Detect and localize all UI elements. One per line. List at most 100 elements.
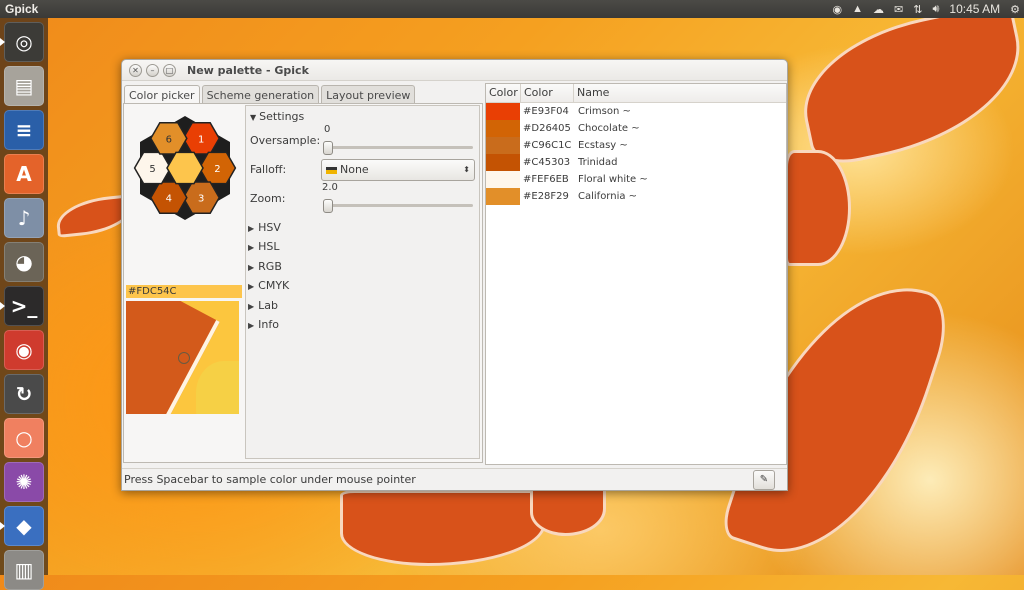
update-manager-icon-glyph: ↻: [15, 382, 33, 406]
row-color-swatch: [486, 137, 520, 154]
palette-list[interactable]: Color Color Name #E93F04 Crimson ~ #D26405…: [485, 83, 787, 465]
swatch-number: 5: [149, 164, 155, 175]
files-icon[interactable]: ▤: [4, 66, 44, 106]
settings-expander[interactable]: ▼ Settings: [250, 110, 304, 123]
swatch-number: 6: [166, 134, 172, 145]
chrome-tray-icon[interactable]: ◉: [833, 3, 843, 16]
palette-rows: #E93F04 Crimson ~ #D26405 Chocolate ~ #C96C1…: [486, 103, 786, 205]
expander-hsl[interactable]: ▶ HSL: [248, 240, 280, 253]
vlc-icon[interactable]: ▲: [852, 3, 863, 15]
clock[interactable]: 10:45 AM: [949, 2, 1000, 16]
chrome-icon[interactable]: ◉: [4, 330, 44, 370]
expander-arrow-icon: ▶: [248, 302, 255, 311]
palette-row[interactable]: #D26405 Chocolate ~: [486, 120, 786, 137]
settings-panel: ▼ Settings 0 Oversample: Falloff: None ⬍ …: [245, 105, 480, 459]
expander-cmyk[interactable]: ▶ CMYK: [248, 279, 289, 292]
wallpaper-leaf: [789, 0, 1024, 171]
expander-label: RGB: [258, 260, 282, 273]
swatch-number: 4: [166, 194, 172, 205]
update-manager-icon[interactable]: ↻: [4, 374, 44, 414]
cloud-icon[interactable]: ☁: [873, 3, 884, 16]
row-hex: #E93F04: [523, 106, 569, 117]
ubuntu-dash-icon-glyph: ◎: [15, 30, 33, 54]
row-hex: #D26405: [523, 123, 571, 134]
gimp-icon[interactable]: ◕: [4, 242, 44, 282]
volume-icon[interactable]: 🔊︎: [932, 3, 939, 16]
row-name: Floral white ~: [578, 174, 648, 185]
wallpaper-leaf: [530, 485, 606, 536]
color-wheel-icon[interactable]: ✺: [4, 462, 44, 502]
mail-icon[interactable]: ✉: [894, 3, 903, 16]
expander-arrow-icon: ▶: [248, 243, 255, 252]
rhythmbox-icon[interactable]: ♪: [4, 198, 44, 238]
close-button[interactable]: ✕: [129, 63, 142, 77]
swatch-number: 1: [198, 134, 204, 145]
nautilus-extra-icon-glyph: ○: [15, 426, 33, 450]
column-header-color-swatch[interactable]: Color: [486, 84, 521, 102]
ubuntu-dash-icon[interactable]: ◎: [4, 22, 44, 62]
expander-hsv[interactable]: ▶ HSV: [248, 221, 281, 234]
palette-row[interactable]: #C96C1C Ecstasy ~: [486, 137, 786, 154]
files-icon-glyph: ▤: [14, 74, 34, 98]
chrome-icon-glyph: ◉: [15, 338, 33, 362]
zoom-preview[interactable]: [126, 301, 239, 414]
hexagon-swatches[interactable]: 1 2 3 4 5 6: [130, 114, 240, 222]
wallpaper-leaf: [785, 150, 851, 266]
chevron-updown-icon: ⬍: [463, 165, 470, 174]
falloff-preview-icon: [326, 166, 337, 174]
row-color-swatch: [486, 171, 520, 188]
software-center-icon[interactable]: A: [4, 154, 44, 194]
maximize-button[interactable]: □: [163, 63, 176, 77]
expander-info[interactable]: ▶ Info: [248, 318, 279, 331]
software-center-icon-glyph: A: [16, 162, 32, 186]
expander-label: CMYK: [258, 279, 290, 292]
eyedropper-button[interactable]: ✎: [753, 470, 775, 490]
rhythmbox-icon-glyph: ♪: [17, 206, 31, 230]
expander-arrow-icon: ▶: [248, 224, 255, 233]
zoom-slider-knob[interactable]: [323, 199, 333, 213]
expander-lab[interactable]: ▶ Lab: [248, 299, 278, 312]
trash-icon[interactable]: ▥: [4, 550, 44, 590]
settings-header: Settings: [259, 110, 305, 123]
row-color-swatch: [486, 154, 520, 171]
row-color-swatch: [486, 103, 520, 120]
network-icon[interactable]: ⇅: [913, 3, 922, 16]
nautilus-extra-icon[interactable]: ○: [4, 418, 44, 458]
gear-icon[interactable]: ⚙: [1010, 3, 1020, 16]
terminal-icon[interactable]: >_: [4, 286, 44, 326]
oversample-slider-knob[interactable]: [323, 141, 333, 155]
row-name: Chocolate ~: [578, 123, 640, 134]
gimp-icon-glyph: ◕: [15, 250, 33, 274]
column-header-name[interactable]: Name: [574, 84, 786, 102]
expander-arrow-icon: ▶: [248, 263, 255, 272]
minimize-button[interactable]: –: [146, 63, 159, 77]
gpick-icon[interactable]: ◆: [4, 506, 44, 546]
row-hex: #E28F29: [523, 191, 569, 202]
palette-row[interactable]: #C45303 Trinidad: [486, 154, 786, 171]
writer-icon[interactable]: ≡: [4, 110, 44, 150]
oversample-value: 0: [324, 124, 331, 135]
status-text: Press Spacebar to sample color under mou…: [124, 473, 416, 486]
palette-row[interactable]: #FEF6EB Floral white ~: [486, 171, 786, 188]
falloff-dropdown[interactable]: None ⬍: [321, 159, 475, 181]
expander-arrow-icon: ▶: [248, 321, 255, 330]
status-bar: Press Spacebar to sample color under mou…: [122, 468, 787, 491]
row-hex: #FEF6EB: [523, 174, 569, 185]
palette-list-header: Color Color Name: [486, 84, 786, 103]
system-tray: ◉ ▲ ☁ ✉ ⇅ 🔊︎ 10:45 AM ⚙: [833, 0, 1020, 18]
wallpaper-leaf: [340, 490, 546, 566]
window-titlebar[interactable]: ✕ – □ New palette - Gpick: [122, 60, 787, 81]
expander-label: HSV: [258, 221, 281, 234]
expander-rgb[interactable]: ▶ RGB: [248, 260, 282, 273]
zoom-slider[interactable]: [323, 199, 473, 213]
row-color-swatch: [486, 188, 520, 205]
eyedropper-icon: ✎: [759, 474, 769, 485]
palette-row[interactable]: #E28F29 California ~: [486, 188, 786, 205]
row-name: Crimson ~: [578, 106, 631, 117]
falloff-label: Falloff:: [250, 163, 287, 176]
palette-row[interactable]: #E93F04 Crimson ~: [486, 103, 786, 120]
expander-label: Info: [258, 318, 279, 331]
row-name: Ecstasy ~: [578, 140, 628, 151]
column-header-color-hex[interactable]: Color: [521, 84, 574, 102]
oversample-slider[interactable]: [323, 141, 473, 155]
